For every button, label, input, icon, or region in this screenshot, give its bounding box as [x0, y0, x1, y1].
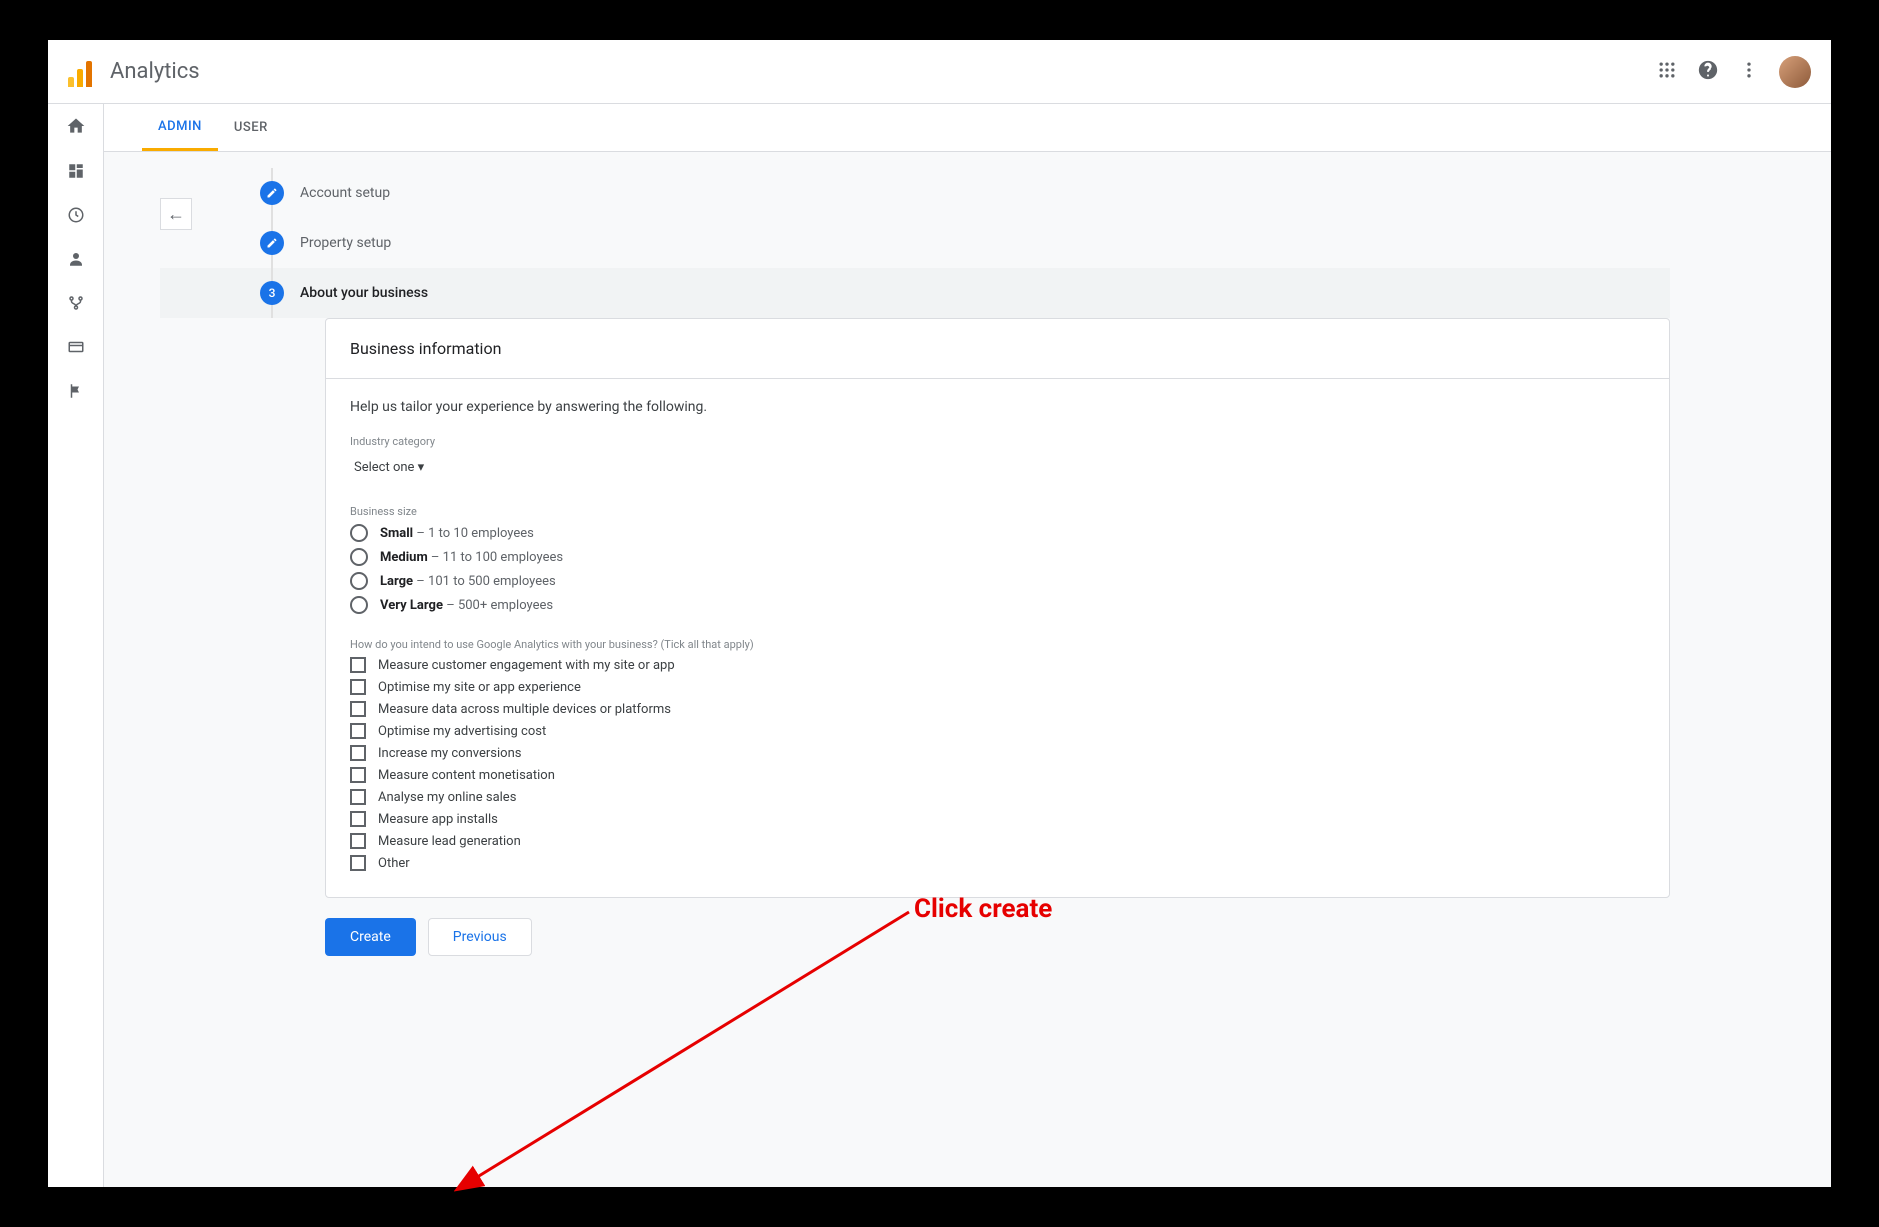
intent-option-9[interactable]: Other: [350, 855, 1645, 871]
app-header: Analytics: [48, 40, 1831, 104]
size-option-2[interactable]: Large – 101 to 500 employees: [350, 572, 1645, 590]
checkbox-label: Other: [378, 856, 410, 871]
checkbox-label: Analyse my online sales: [378, 790, 516, 805]
intent-option-7[interactable]: Measure app installs: [350, 811, 1645, 827]
tabs: ADMIN USER: [104, 104, 1831, 152]
intent-option-1[interactable]: Optimise my site or app experience: [350, 679, 1645, 695]
checkbox-label: Measure data across multiple devices or …: [378, 702, 671, 717]
checkbox-label: Measure customer engagement with my site…: [378, 658, 675, 673]
radio-label: Large – 101 to 500 employees: [380, 574, 556, 589]
flag-icon[interactable]: [67, 382, 85, 404]
checkbox-icon: [350, 767, 366, 783]
step-property-setup[interactable]: Property setup: [260, 218, 1831, 268]
checkbox-label: Measure lead generation: [378, 834, 521, 849]
radio-icon: [350, 596, 368, 614]
help-icon[interactable]: [1697, 59, 1719, 85]
home-icon[interactable]: [66, 116, 86, 140]
analytics-logo-icon: [68, 57, 98, 87]
step-account-setup[interactable]: Account setup: [260, 168, 1831, 218]
intent-option-5[interactable]: Measure content monetisation: [350, 767, 1645, 783]
annotation-text: Click create: [914, 894, 1052, 924]
intent-option-2[interactable]: Measure data across multiple devices or …: [350, 701, 1645, 717]
radio-icon: [350, 524, 368, 542]
tab-user[interactable]: USER: [218, 104, 284, 151]
intent-option-3[interactable]: Optimise my advertising cost: [350, 723, 1645, 739]
more-icon[interactable]: [1739, 60, 1759, 84]
checkbox-label: Optimise my site or app experience: [378, 680, 581, 695]
checkbox-icon: [350, 657, 366, 673]
size-option-3[interactable]: Very Large – 500+ employees: [350, 596, 1645, 614]
radio-icon: [350, 572, 368, 590]
create-button[interactable]: Create: [325, 918, 416, 956]
size-label: Business size: [350, 505, 1645, 518]
size-option-0[interactable]: Small – 1 to 10 employees: [350, 524, 1645, 542]
intent-option-4[interactable]: Increase my conversions: [350, 745, 1645, 761]
checkbox-label: Measure content monetisation: [378, 768, 555, 783]
checkbox-label: Optimise my advertising cost: [378, 724, 546, 739]
step-label: About your business: [300, 285, 428, 301]
industry-label: Industry category: [350, 435, 1645, 448]
radio-icon: [350, 548, 368, 566]
checkbox-icon: [350, 855, 366, 871]
checkbox-icon: [350, 701, 366, 717]
step-number: 3: [260, 281, 284, 305]
intent-option-6[interactable]: Analyse my online sales: [350, 789, 1645, 805]
business-info-card: Business information Help us tailor your…: [325, 318, 1670, 898]
fork-icon[interactable]: [67, 294, 85, 316]
back-button[interactable]: ←: [160, 198, 192, 230]
help-text: Help us tailor your experience by answer…: [350, 399, 1645, 415]
user-icon[interactable]: [67, 250, 85, 272]
size-option-1[interactable]: Medium – 11 to 100 employees: [350, 548, 1645, 566]
intent-option-0[interactable]: Measure customer engagement with my site…: [350, 657, 1645, 673]
step-about-business: 3 About your business: [160, 268, 1670, 318]
card-title: Business information: [326, 319, 1669, 379]
checkbox-icon: [350, 833, 366, 849]
dashboard-icon[interactable]: [67, 162, 85, 184]
checkbox-label: Measure app installs: [378, 812, 498, 827]
checkbox-icon: [350, 723, 366, 739]
radio-label: Small – 1 to 10 employees: [380, 526, 534, 541]
checkbox-label: Increase my conversions: [378, 746, 521, 761]
left-nav: [48, 104, 104, 1187]
checkbox-icon: [350, 745, 366, 761]
avatar[interactable]: [1779, 56, 1811, 88]
industry-select[interactable]: Select one ▾: [350, 454, 428, 481]
card-icon[interactable]: [67, 338, 85, 360]
checkbox-icon: [350, 789, 366, 805]
radio-label: Medium – 11 to 100 employees: [380, 550, 563, 565]
clock-icon[interactable]: [67, 206, 85, 228]
pencil-icon: [260, 181, 284, 205]
app-title: Analytics: [110, 59, 200, 84]
step-label: Account setup: [300, 185, 390, 201]
checkbox-icon: [350, 679, 366, 695]
pencil-icon: [260, 231, 284, 255]
step-label: Property setup: [300, 235, 391, 251]
checkbox-icon: [350, 811, 366, 827]
previous-button[interactable]: Previous: [428, 918, 532, 956]
tab-admin[interactable]: ADMIN: [142, 104, 218, 151]
apps-icon[interactable]: [1657, 60, 1677, 84]
radio-label: Very Large – 500+ employees: [380, 598, 553, 613]
intent-label: How do you intend to use Google Analytic…: [350, 638, 1645, 651]
intent-option-8[interactable]: Measure lead generation: [350, 833, 1645, 849]
